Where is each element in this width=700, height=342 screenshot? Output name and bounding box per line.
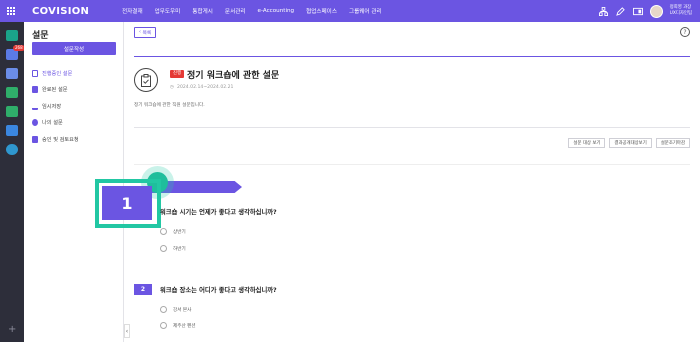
avatar[interactable] [649, 4, 663, 18]
sidebar-item-my-surveys[interactable]: 나의 설문 [32, 115, 120, 132]
card-icon[interactable] [632, 6, 643, 16]
create-survey-button[interactable]: 설문작성 [32, 42, 116, 55]
option-label: 제주산 펜션 [173, 323, 196, 329]
sidebar-item-label: 완료된 설문 [42, 87, 68, 94]
nav-item-e-accounting[interactable]: e-Accounting [252, 8, 301, 14]
status-badge: 진행 [170, 70, 185, 78]
option-label: 강서 본사 [173, 307, 192, 313]
clock-icon: ◷ [170, 85, 175, 90]
question-2-text: 워크숍 장소는 어디가 좋다고 생각하십니까? [160, 287, 277, 294]
approval-icon[interactable] [6, 87, 18, 98]
option-label: 상반기 [173, 229, 186, 235]
sidebar-item-label: 나의 설문 [42, 120, 63, 127]
action-buttons: 설문 대상 보기 결과공개대상보기 설문조기마감 [568, 138, 690, 148]
question-2-option-2[interactable]: 제주산 펜션 [160, 322, 196, 329]
survey-description: 정기 워크숍에 관한 직원 설문입니다. [134, 103, 205, 108]
question-2-option-1[interactable]: 강서 본사 [160, 306, 191, 313]
radio-button[interactable] [160, 322, 167, 329]
board-icon[interactable] [6, 106, 18, 117]
sidebar-item-label: 진행중인 설문 [42, 70, 73, 77]
survey-period: ◷ 2024.02.14~2024.02.21 [170, 85, 233, 90]
back-to-list-button[interactable]: ‹ 목록 [134, 27, 157, 38]
back-label: 목록 [142, 31, 152, 36]
logo[interactable]: COVISION [32, 6, 116, 17]
sidebar-item-label: 승인 및 검토요청 [42, 136, 79, 143]
header-divider [134, 56, 690, 57]
mail-count-badge: 268 [13, 45, 25, 51]
nav-item-collab-space[interactable]: 협업스페이스 [300, 7, 343, 15]
nav-item-approval[interactable]: 전자결재 [116, 7, 149, 15]
main-nav: 전자결재 업무도우미 통합게시 문서관리 e-Accounting 협업스페이스… [116, 7, 388, 15]
period-text: 2024.02.14~2024.02.21 [177, 85, 234, 90]
help-icon[interactable]: ? [680, 27, 690, 37]
option-label: 하반기 [173, 246, 186, 252]
view-targets-button[interactable]: 설문 대상 보기 [568, 138, 606, 148]
close-early-button[interactable]: 설문조기마감 [655, 138, 690, 148]
question-2-number: 2 [134, 284, 152, 295]
calendar-icon[interactable] [6, 68, 18, 79]
check-doc-icon [32, 86, 38, 94]
user-icon [32, 119, 38, 127]
sidebar-item-drafts[interactable]: 임시저장 [32, 98, 120, 115]
user-dept: UX디자인팀 [669, 11, 692, 16]
top-bar: COVISION 전자결재 업무도우미 통합게시 문서관리 e-Accounti… [0, 0, 700, 22]
view-result-audience-button[interactable]: 결과공개대상보기 [609, 138, 652, 148]
description-divider [134, 127, 690, 128]
sidebar-item-in-progress[interactable]: 진행중인 설문 [32, 65, 120, 82]
question-1-text: 워크숍 시기는 언제가 좋다고 생각하십니까? [160, 209, 277, 216]
home-icon[interactable] [6, 30, 18, 41]
list-icon [32, 69, 38, 77]
nav-item-documents[interactable]: 문서관리 [219, 7, 252, 15]
radio-button[interactable] [160, 228, 167, 235]
document-icon [32, 135, 38, 143]
nav-item-helper[interactable]: 업무도우미 [149, 7, 187, 15]
sidebar-item-approval-review[interactable]: 승인 및 검토요청 [32, 131, 120, 148]
sidebar-title: 설문 [32, 31, 49, 41]
contacts-icon[interactable] [6, 125, 18, 136]
clipboard-icon [134, 68, 158, 92]
question-1-option-2[interactable]: 하반기 [160, 245, 186, 252]
section-divider [134, 164, 690, 165]
sidebar-item-completed[interactable]: 완료된 설문 [32, 82, 120, 99]
question-1-number: 1 [102, 186, 152, 220]
survey-app-icon[interactable] [6, 144, 18, 155]
nav-item-board[interactable]: 통합게시 [186, 7, 219, 15]
app-grid-icon[interactable] [0, 0, 22, 22]
question-1-option-1[interactable]: 상반기 [160, 228, 186, 235]
radio-button[interactable] [160, 306, 167, 313]
nav-item-gw-admin[interactable]: 그룹웨어 관리 [343, 7, 388, 15]
org-chart-icon[interactable] [599, 6, 609, 16]
sidebar-collapse-button[interactable]: ‹ [124, 324, 130, 338]
edit-icon[interactable] [616, 6, 626, 16]
sidebar-item-label: 임시저장 [42, 103, 62, 110]
radio-button[interactable] [160, 245, 167, 252]
download-icon [32, 103, 38, 110]
user-info[interactable]: 정희영 과장 UX디자인팀 [670, 5, 692, 17]
app-rail: 268 + [0, 22, 25, 342]
add-app-icon[interactable]: + [8, 324, 16, 335]
page-title: 정기 워크숍에 관한 설문 [187, 71, 280, 81]
